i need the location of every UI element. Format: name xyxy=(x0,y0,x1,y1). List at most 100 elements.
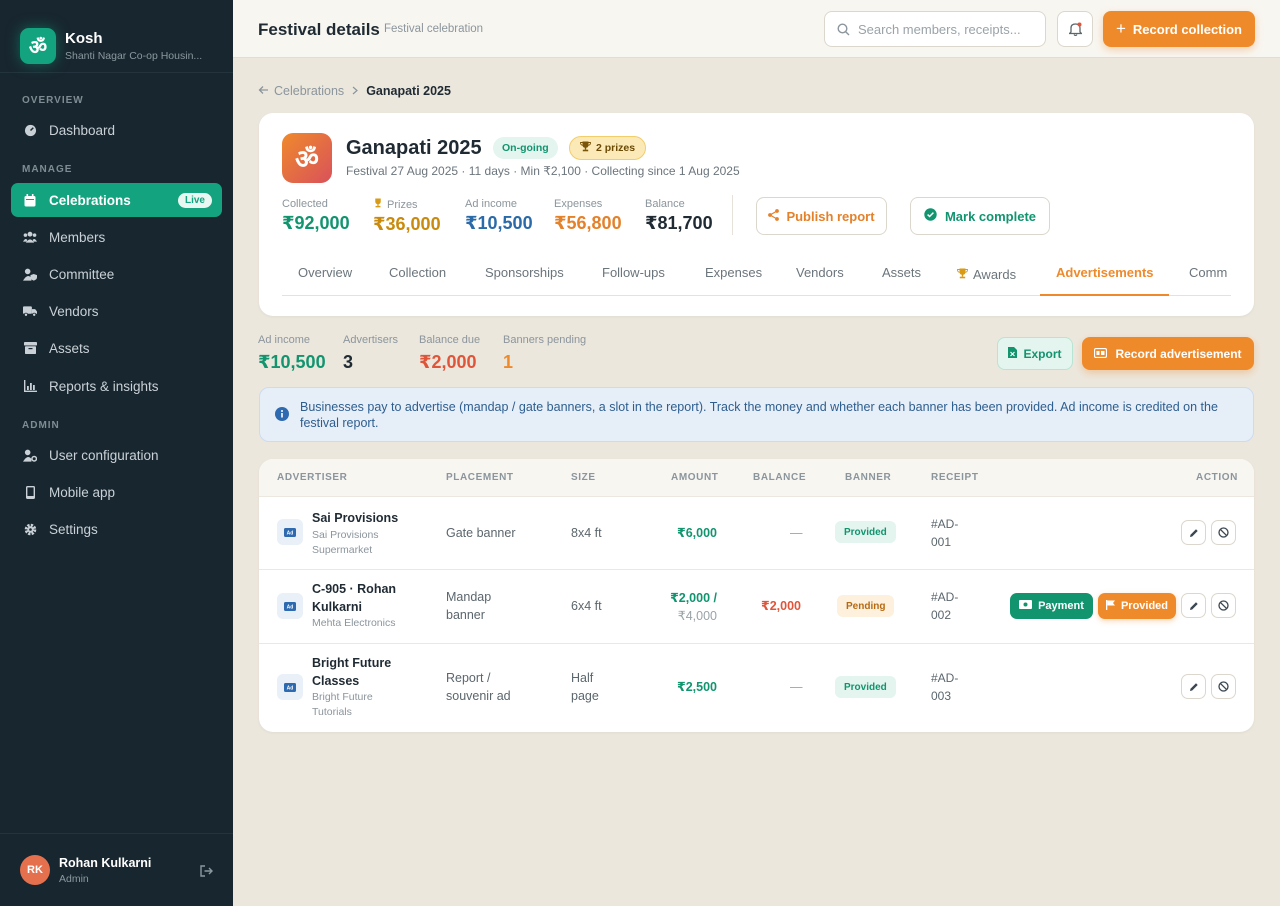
stat-label: Expenses xyxy=(554,198,603,210)
stat-balance: Balance ₹81,700 xyxy=(645,198,713,234)
record-collection-button[interactable]: + Record collection xyxy=(1103,11,1255,47)
tab-overview[interactable]: Overview xyxy=(298,265,352,280)
sidebar-item-celebrations[interactable]: Celebrations Live xyxy=(11,183,222,217)
logout-icon[interactable] xyxy=(200,864,213,882)
active-tab-indicator xyxy=(1040,294,1169,296)
summary-value: ₹10,500 xyxy=(258,352,326,372)
share-icon xyxy=(768,208,780,224)
tab-follow-ups[interactable]: Follow-ups xyxy=(602,265,665,280)
provided-label: Provided xyxy=(1120,600,1169,612)
column-header: SIZE xyxy=(571,472,596,483)
advertiser-business: Mehta Electronics xyxy=(312,617,396,629)
stat-label: Collected xyxy=(282,198,328,210)
ban-icon xyxy=(1218,600,1229,611)
stat-prizes: Prizes ₹36,000 xyxy=(373,198,441,235)
page-title: Festival details xyxy=(258,20,380,39)
notifications-button[interactable] xyxy=(1057,11,1093,47)
phone-icon xyxy=(23,485,37,499)
ban-icon xyxy=(1218,681,1229,692)
tab-comm[interactable]: Comm xyxy=(1189,265,1227,280)
pencil-icon xyxy=(1189,528,1198,537)
tab-assets[interactable]: Assets xyxy=(882,265,921,280)
edit-button[interactable] xyxy=(1181,674,1206,699)
festival-meta: Festival 27 Aug 2025 · 11 days · Min ₹2,… xyxy=(346,164,740,178)
ad-icon: Ad xyxy=(277,674,303,700)
sidebar-item-settings[interactable]: Settings xyxy=(11,512,222,546)
sidebar-item-assets[interactable]: Assets xyxy=(11,331,222,365)
amount-cell: ₹2,000 / ₹4,000 xyxy=(670,589,717,625)
chevron-right-icon xyxy=(352,84,359,98)
sidebar: ॐ Kosh Shanti Nagar Co-op Housin... OVER… xyxy=(0,0,233,906)
breadcrumb-parent[interactable]: Celebrations xyxy=(274,84,344,98)
arrow-left-icon[interactable] xyxy=(258,84,269,98)
summary-balance-due: Balance due ₹2,000 xyxy=(419,334,480,373)
sidebar-item-label: Celebrations xyxy=(49,192,131,208)
tab-awards[interactable]: Awards xyxy=(957,267,1016,282)
tab-expenses[interactable]: Expenses xyxy=(705,265,762,280)
search-input[interactable]: Search members, receipts... xyxy=(824,11,1046,47)
payment-label: Payment xyxy=(1038,600,1084,612)
sidebar-item-user-configuration[interactable]: User configuration xyxy=(11,438,222,472)
tab-awards-label: Awards xyxy=(973,267,1017,282)
tab-collection[interactable]: Collection xyxy=(389,265,446,280)
publish-report-label: Publish report xyxy=(786,208,875,224)
sidebar-item-vendors[interactable]: Vendors xyxy=(11,294,222,328)
user-name: Rohan Kulkarni xyxy=(59,855,152,870)
size: 6x4 ft xyxy=(571,599,602,613)
mark-provided-button[interactable]: Provided xyxy=(1098,593,1176,619)
gauge-icon xyxy=(23,123,37,137)
mark-complete-label: Mark complete xyxy=(944,208,1037,224)
receipt-number: #AD-003 xyxy=(931,671,959,703)
edit-button[interactable] xyxy=(1181,593,1206,618)
trophy-icon xyxy=(580,141,591,155)
disable-button[interactable] xyxy=(1211,674,1236,699)
tab-sponsorships[interactable]: Sponsorships xyxy=(485,265,564,280)
summary-value: 3 xyxy=(343,352,354,372)
disable-button[interactable] xyxy=(1211,593,1236,618)
advertiser-name[interactable]: Sai Provisions xyxy=(312,509,417,527)
user-profile[interactable]: RK Rohan Kulkarni Admin xyxy=(0,833,233,906)
advertiser-name[interactable]: C-905 · Rohan Kulkarni xyxy=(312,580,417,616)
advertiser-name[interactable]: Bright Future Classes xyxy=(312,654,402,690)
tab-vendors[interactable]: Vendors xyxy=(796,265,844,280)
summary-value: 1 xyxy=(503,352,514,372)
sidebar-item-label: Reports & insights xyxy=(49,378,159,394)
record-collection-label: Record collection xyxy=(1132,21,1242,37)
payment-button[interactable]: Payment xyxy=(1010,593,1093,619)
table-row: Ad C-905 · Rohan Kulkarni Mehta Electron… xyxy=(259,570,1254,644)
table-header: ADVERTISER PLACEMENT SIZE AMOUNT BALANCE… xyxy=(259,459,1254,497)
ad-icon: Ad xyxy=(277,519,303,545)
mark-complete-button[interactable]: Mark complete xyxy=(910,197,1050,235)
placement: Mandap banner xyxy=(446,590,492,622)
sidebar-item-members[interactable]: Members xyxy=(11,220,222,254)
size: 8x4 ft xyxy=(571,526,602,540)
brand[interactable]: ॐ Kosh Shanti Nagar Co-op Housin... xyxy=(0,0,233,73)
sidebar-item-committee[interactable]: Committee xyxy=(11,257,222,291)
record-advertisement-button[interactable]: Record advertisement xyxy=(1082,337,1254,370)
stat-label: Prizes xyxy=(387,198,418,211)
info-icon xyxy=(275,407,289,426)
topbar: Festival details Festival celebration Se… xyxy=(233,0,1280,58)
search-placeholder: Search members, receipts... xyxy=(858,21,1021,37)
placement: Report / souvenir ad xyxy=(446,671,511,703)
calendar-icon xyxy=(23,193,37,207)
tab-advertisements[interactable]: Advertisements xyxy=(1056,265,1154,280)
column-header: ACTION xyxy=(1196,472,1238,483)
disable-button[interactable] xyxy=(1211,520,1236,545)
publish-report-button[interactable]: Publish report xyxy=(756,197,887,235)
status-badge: On-going xyxy=(493,137,558,159)
sidebar-item-label: Dashboard xyxy=(49,122,116,138)
prizes-label: 2 prizes xyxy=(596,142,636,154)
festival-card: ॐ Ganapati 2025 On-going 2 prizes Festiv… xyxy=(259,113,1254,316)
info-banner: Businesses pay to advertise (mandap / ga… xyxy=(259,387,1254,442)
festival-tabs: Overview Collection Sponsorships Follow-… xyxy=(282,249,1231,296)
export-button[interactable]: Export xyxy=(997,337,1073,370)
advertiser-business: Sai Provisions Supermarket xyxy=(312,529,379,556)
summary-value: ₹2,000 xyxy=(419,352,477,372)
sidebar-item-reports[interactable]: Reports & insights xyxy=(11,369,222,403)
advertisements-table: ADVERTISER PLACEMENT SIZE AMOUNT BALANCE… xyxy=(259,459,1254,732)
sidebar-item-mobile-app[interactable]: Mobile app xyxy=(11,475,222,509)
sidebar-item-dashboard[interactable]: Dashboard xyxy=(11,113,222,147)
edit-button[interactable] xyxy=(1181,520,1206,545)
balance: ₹2,000 xyxy=(761,599,801,613)
